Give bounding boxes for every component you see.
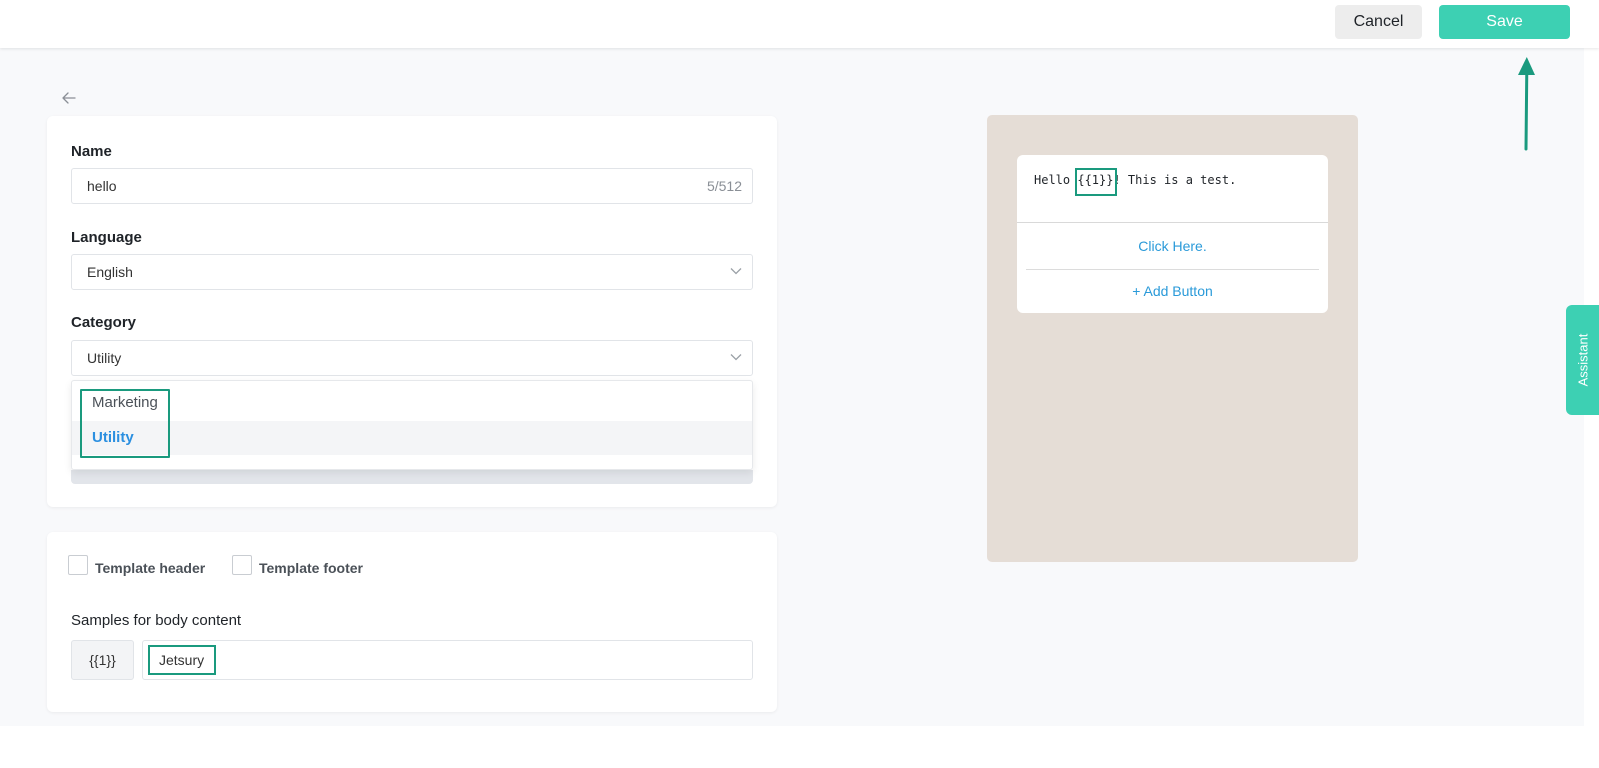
name-char-counter: 5/512 (706, 178, 742, 194)
language-label: Language (71, 229, 142, 246)
category-value: Utility (87, 350, 122, 366)
sample-value-input[interactable] (142, 640, 753, 680)
bubble-divider (1026, 269, 1319, 270)
language-select[interactable]: English (71, 254, 753, 290)
add-button-link[interactable]: + Add Button (1017, 283, 1328, 299)
name-label: Name (71, 143, 112, 160)
template-footer-checkbox[interactable] (232, 555, 252, 575)
bubble-divider (1017, 222, 1328, 223)
top-bar: Cancel Save (0, 0, 1599, 48)
language-value: English (87, 264, 133, 280)
template-footer-label: Template footer (259, 560, 363, 576)
preview-body-text: Hello {{1}}! This is a test. (1034, 173, 1236, 187)
variable-chip: {{1}} (71, 640, 134, 680)
category-option-marketing[interactable]: Marketing (72, 386, 752, 420)
preview-text-prefix: Hello (1034, 173, 1078, 187)
assistant-label: Assistant (1575, 333, 1590, 387)
chevron-down-icon (730, 354, 742, 361)
category-dropdown: Marketing Utility (71, 380, 753, 470)
name-value: hello (87, 178, 117, 194)
preview-text-suffix: ! This is a test. (1113, 173, 1237, 187)
name-input[interactable]: hello 5/512 (71, 168, 753, 204)
template-header-label: Template header (95, 560, 206, 576)
preview-cta-button[interactable]: Click Here. (1017, 238, 1328, 254)
dropdown-backdrop (71, 470, 753, 484)
annotation-arrow-icon (1518, 57, 1535, 151)
category-select[interactable]: Utility (71, 340, 753, 376)
cancel-button[interactable]: Cancel (1335, 5, 1422, 39)
template-header-checkbox[interactable] (68, 555, 88, 575)
back-arrow-icon[interactable] (61, 90, 77, 106)
category-label: Category (71, 314, 137, 331)
category-option-utility[interactable]: Utility (72, 421, 752, 455)
samples-label: Samples for body content (71, 612, 242, 629)
save-button[interactable]: Save (1439, 5, 1570, 39)
preview-variable: {{1}} (1077, 173, 1114, 187)
assistant-tab[interactable]: Assistant (1566, 305, 1599, 415)
chevron-down-icon (730, 268, 742, 275)
